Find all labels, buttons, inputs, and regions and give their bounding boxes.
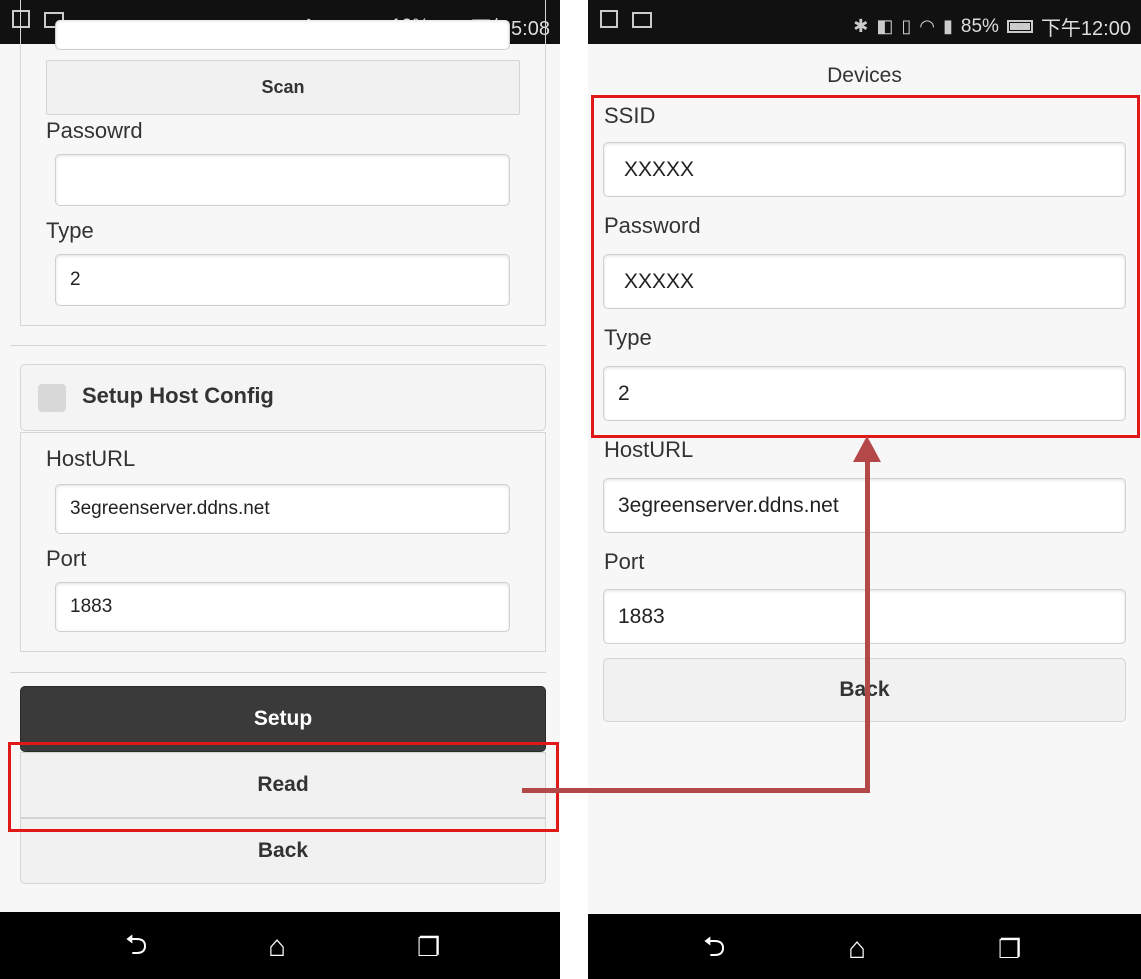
port-label: Port: [604, 549, 645, 574]
nfc-icon: ◧: [876, 16, 894, 36]
battery-icon: [1006, 20, 1033, 33]
back-nav-icon[interactable]: ⮌: [125, 930, 147, 960]
wifi-icon: ◠: [919, 16, 935, 36]
divider: [10, 672, 546, 673]
read-highlight-box: [8, 742, 559, 832]
divider: [10, 345, 546, 346]
arrow-head-icon: [853, 436, 881, 462]
android-nav-bar: ⮌ ⌂ ❐: [588, 914, 1141, 979]
host-config-checkbox[interactable]: [38, 384, 66, 412]
bluetooth-icon: ✱: [853, 16, 869, 36]
page-title: Devices: [827, 64, 902, 87]
battery-percent: 85%: [960, 15, 999, 37]
readback-highlight-box: [591, 95, 1140, 438]
wifi-config-panel: [20, 0, 546, 326]
back-nav-icon[interactable]: ⮌: [703, 932, 725, 962]
arrow-segment-horizontal: [522, 788, 870, 793]
status-bar: ✱ ◧ ▯ ◠ ▮ 85% 下午12:00: [588, 0, 1141, 44]
recents-nav-icon[interactable]: ❐: [417, 932, 440, 962]
hosturl-input[interactable]: 3egreenserver.ddns.net: [55, 484, 510, 534]
status-time: 下午12:00: [1040, 18, 1131, 40]
host-config-label: Setup Host Config: [82, 383, 274, 408]
hosturl-label: HostURL: [46, 446, 136, 471]
mail-icon: [632, 12, 652, 28]
signal-icon: ▮: [943, 16, 953, 36]
recents-nav-icon[interactable]: ❐: [998, 934, 1021, 964]
vibrate-icon: ▯: [901, 16, 912, 36]
home-nav-icon[interactable]: ⌂: [848, 934, 866, 964]
sim-icon: [600, 10, 618, 28]
hosturl-label: HostURL: [604, 437, 694, 462]
left-phone-screen: ✱ ◧ ◠ ▮ 19% 下午5:08 Scan Passowrd Type 2 …: [0, 0, 560, 979]
port-label: Port: [46, 546, 87, 571]
port-input[interactable]: 1883: [55, 582, 510, 632]
arrow-segment-vertical: [865, 458, 870, 793]
android-nav-bar: ⮌ ⌂ ❐: [0, 912, 560, 979]
home-nav-icon[interactable]: ⌂: [268, 932, 286, 962]
